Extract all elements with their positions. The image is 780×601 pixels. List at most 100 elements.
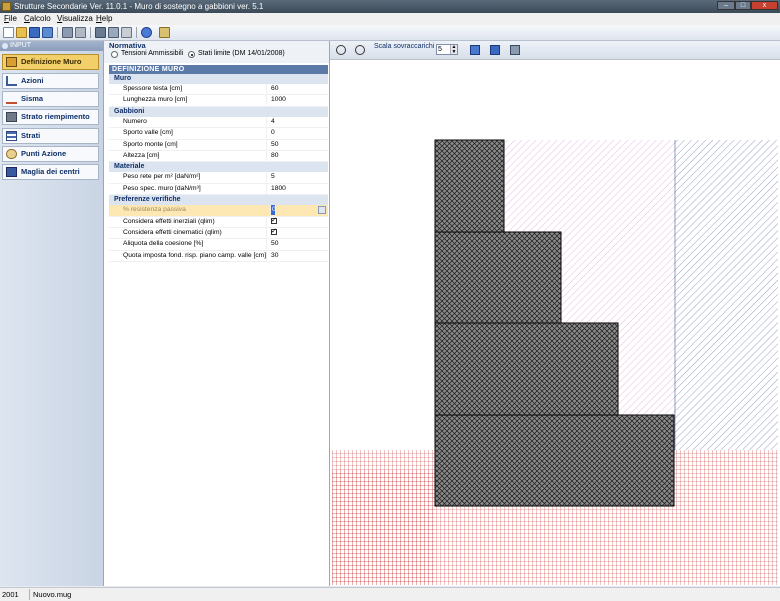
- gabion-layer-1-hatch: [435, 415, 674, 506]
- menu-bar: File Calcolo Visualizza Help: [0, 13, 780, 25]
- radio-tensioni-label: Tensioni Ammissibili: [121, 50, 184, 57]
- action-points-icon: [6, 149, 17, 159]
- save-all-icon[interactable]: [42, 27, 53, 38]
- print-drawing-icon[interactable]: [510, 45, 520, 55]
- minimize-button[interactable]: –: [717, 1, 735, 10]
- nav-punti-azione[interactable]: Punti Azione: [2, 146, 99, 162]
- save-icon[interactable]: [29, 27, 40, 38]
- nav-azioni[interactable]: Azioni: [2, 73, 99, 89]
- input-header: INPUT: [0, 41, 103, 51]
- category-muro[interactable]: Muro: [109, 74, 328, 84]
- drawing-panel: Scala sovraccarichi 5 ▲ ▼: [330, 41, 780, 586]
- centers-grid-icon: [6, 167, 17, 177]
- new-file-icon[interactable]: [3, 27, 14, 38]
- numero-value[interactable]: 4: [266, 116, 326, 127]
- row-spessore-testa[interactable]: Spessore testa [cm] 60: [109, 84, 328, 96]
- row-sporto-monte[interactable]: Sporto monte [cm] 50: [109, 139, 328, 151]
- spinner-arrows-icon[interactable]: ▲ ▼: [450, 45, 457, 54]
- help-icon[interactable]: [141, 27, 152, 38]
- close-button[interactable]: x: [751, 1, 778, 10]
- export-icon[interactable]: [108, 27, 119, 38]
- app-icon: [2, 2, 11, 11]
- preview-icon[interactable]: [75, 27, 86, 38]
- effetti-inerziali-checkbox[interactable]: [271, 216, 277, 226]
- status-file: Nuovo.mug: [33, 590, 72, 599]
- radio-stati-limite-label: Stati limite (DM 14/01/2008): [198, 50, 285, 57]
- row-aliquota-coesione[interactable]: Aliquota della coesione [%] 50: [109, 239, 328, 251]
- menu-file[interactable]: File: [4, 14, 17, 24]
- effetti-cinematici-checkbox[interactable]: [271, 227, 277, 237]
- foundation-soil-front: [332, 470, 435, 585]
- nav-strati[interactable]: Strati: [2, 128, 99, 144]
- category-materiale[interactable]: Materiale: [109, 162, 328, 173]
- row-peso-spec-muro[interactable]: Peso spec. muro [daN/m³] 1800: [109, 183, 328, 196]
- section-header: DEFINIZIONE MURO: [109, 65, 328, 74]
- peso-spec-muro-value[interactable]: 1800: [266, 183, 326, 194]
- aliquota-coesione-value[interactable]: 50: [266, 239, 326, 250]
- title-bar: Strutture Secondarie Ver. 11.0.1 - Muro …: [0, 0, 780, 13]
- drawing-toolbar: Scala sovraccarichi 5 ▲ ▼: [330, 41, 780, 60]
- row-effetti-inerziali[interactable]: Considera effetti inerziali (qlim): [109, 216, 328, 228]
- row-altezza[interactable]: Altezza [cm] 80: [109, 150, 328, 163]
- property-panel: Normativa Tensioni Ammissibili Stati lim…: [104, 41, 330, 586]
- zoom-in-icon[interactable]: [336, 45, 346, 55]
- open-folder-icon[interactable]: [16, 27, 27, 38]
- lunghezza-muro-value[interactable]: 1000: [266, 95, 326, 106]
- zoom-out-icon[interactable]: [355, 45, 365, 55]
- left-nav-panel: INPUT Definizione Muro Azioni Sisma Stra…: [0, 41, 104, 586]
- nav-strato-riempimento[interactable]: Strato riempimento: [2, 109, 99, 125]
- nav-definizione-muro[interactable]: Definizione Muro: [2, 54, 99, 70]
- row-numero[interactable]: Numero 4: [109, 116, 328, 129]
- radio-stati-limite[interactable]: [188, 51, 195, 58]
- nav-maglia-dei-centri[interactable]: Maglia dei centri: [2, 164, 99, 180]
- maximize-button[interactable]: □: [735, 1, 751, 10]
- row-quota-imposta[interactable]: Quota imposta fond. risp. piano camp. va…: [109, 250, 328, 263]
- toolbar-separator: [136, 27, 137, 38]
- loads-icon: [6, 76, 17, 86]
- input-header-icon: [2, 43, 8, 49]
- spin-button-icon[interactable]: [318, 206, 326, 215]
- wall-icon: [6, 57, 17, 67]
- sporto-valle-value[interactable]: 0: [266, 128, 326, 139]
- status-code: 2001: [2, 590, 19, 599]
- row-peso-rete[interactable]: Peso rete per m² [daN/m²] 5: [109, 172, 328, 184]
- normativa-label: Normativa: [109, 41, 146, 50]
- wall-drawing-canvas: [332, 61, 778, 585]
- category-gabbioni[interactable]: Gabbioni: [109, 106, 328, 117]
- nav-sisma[interactable]: Sisma: [2, 91, 99, 107]
- radio-tensioni-ammissibili[interactable]: [111, 51, 118, 58]
- spessore-testa-value[interactable]: 60: [266, 84, 326, 94]
- sporto-monte-value[interactable]: 50: [266, 139, 326, 150]
- filter-icon[interactable]: [121, 27, 132, 38]
- scale-input[interactable]: 5 ▲ ▼: [436, 44, 458, 55]
- row-resistenza-passiva[interactable]: % resistenza passiva 0: [109, 205, 328, 217]
- report-icon[interactable]: [95, 27, 106, 38]
- quota-imposta-value[interactable]: 30: [266, 250, 326, 261]
- row-lunghezza-muro[interactable]: Lunghezza muro [cm] 1000: [109, 95, 328, 107]
- menu-help[interactable]: Help: [96, 14, 112, 24]
- toolbar-separator: [90, 27, 91, 38]
- altezza-value[interactable]: 80: [266, 150, 326, 161]
- status-divider: [29, 589, 30, 600]
- save-drawing-icon[interactable]: [490, 45, 500, 55]
- menu-visualizza[interactable]: Visualizza: [57, 14, 93, 24]
- property-grid: DEFINIZIONE MURO Muro Spessore testa [cm…: [109, 65, 328, 263]
- row-sporto-valle[interactable]: Sporto valle [cm] 0: [109, 128, 328, 140]
- category-preferenze-verifiche[interactable]: Preferenze verifiche: [109, 195, 328, 206]
- peso-rete-value[interactable]: 5: [266, 172, 326, 183]
- grid-view-icon[interactable]: [470, 45, 480, 55]
- status-bar: 2001 Nuovo.mug: [0, 587, 780, 601]
- window-title: Strutture Secondarie Ver. 11.0.1 - Muro …: [14, 2, 264, 11]
- resistenza-passiva-input[interactable]: 0: [270, 205, 276, 216]
- gabion-layer-2-hatch: [435, 323, 618, 415]
- main-toolbar: [0, 25, 780, 41]
- layers-icon: [6, 131, 17, 141]
- print-icon[interactable]: [62, 27, 73, 38]
- scale-label: Scala sovraccarichi: [374, 43, 435, 50]
- seismic-icon: [6, 94, 17, 104]
- menu-calcolo[interactable]: Calcolo: [24, 14, 51, 24]
- gabion-layer-3-hatch: [435, 232, 561, 323]
- row-effetti-cinematici[interactable]: Considera effetti cinematici (qlim): [109, 227, 328, 240]
- backfill-icon: [6, 112, 17, 122]
- exit-icon[interactable]: [159, 27, 170, 38]
